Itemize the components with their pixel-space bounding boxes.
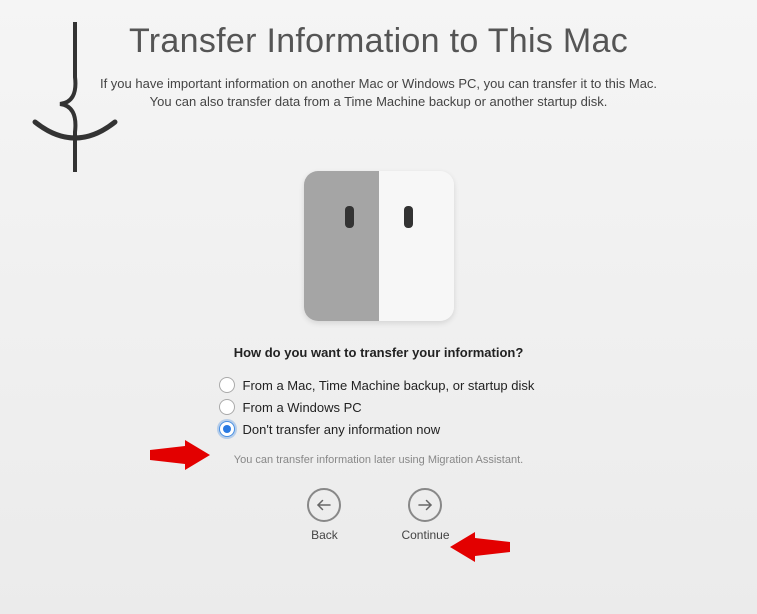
options-group: From a Mac, Time Machine backup, or star…: [219, 374, 539, 440]
radio-icon: [219, 377, 235, 393]
page-subtitle: If you have important information on ano…: [0, 75, 757, 111]
nav-footer: Back Continue: [0, 488, 757, 542]
radio-icon: [219, 421, 235, 437]
page-title: Transfer Information to This Mac: [0, 22, 757, 61]
option-label: From a Windows PC: [243, 400, 362, 415]
arrow-right-icon: [408, 488, 442, 522]
continue-label: Continue: [401, 528, 449, 542]
finder-face-icon: [304, 171, 454, 321]
continue-button[interactable]: Continue: [401, 488, 449, 542]
option-dont-transfer[interactable]: Don't transfer any information now: [219, 418, 539, 440]
subtitle-line-2: You can also transfer data from a Time M…: [150, 94, 608, 109]
question-heading: How do you want to transfer your informa…: [0, 345, 757, 360]
arrow-left-icon: [307, 488, 341, 522]
option-from-windows[interactable]: From a Windows PC: [219, 396, 539, 418]
option-label: From a Mac, Time Machine backup, or star…: [243, 378, 535, 393]
option-label: Don't transfer any information now: [243, 422, 441, 437]
subtitle-line-1: If you have important information on ano…: [100, 76, 657, 91]
option-from-mac[interactable]: From a Mac, Time Machine backup, or star…: [219, 374, 539, 396]
radio-icon: [219, 399, 235, 415]
back-button[interactable]: Back: [307, 488, 341, 542]
back-label: Back: [311, 528, 338, 542]
migration-note: You can transfer information later using…: [0, 454, 757, 466]
